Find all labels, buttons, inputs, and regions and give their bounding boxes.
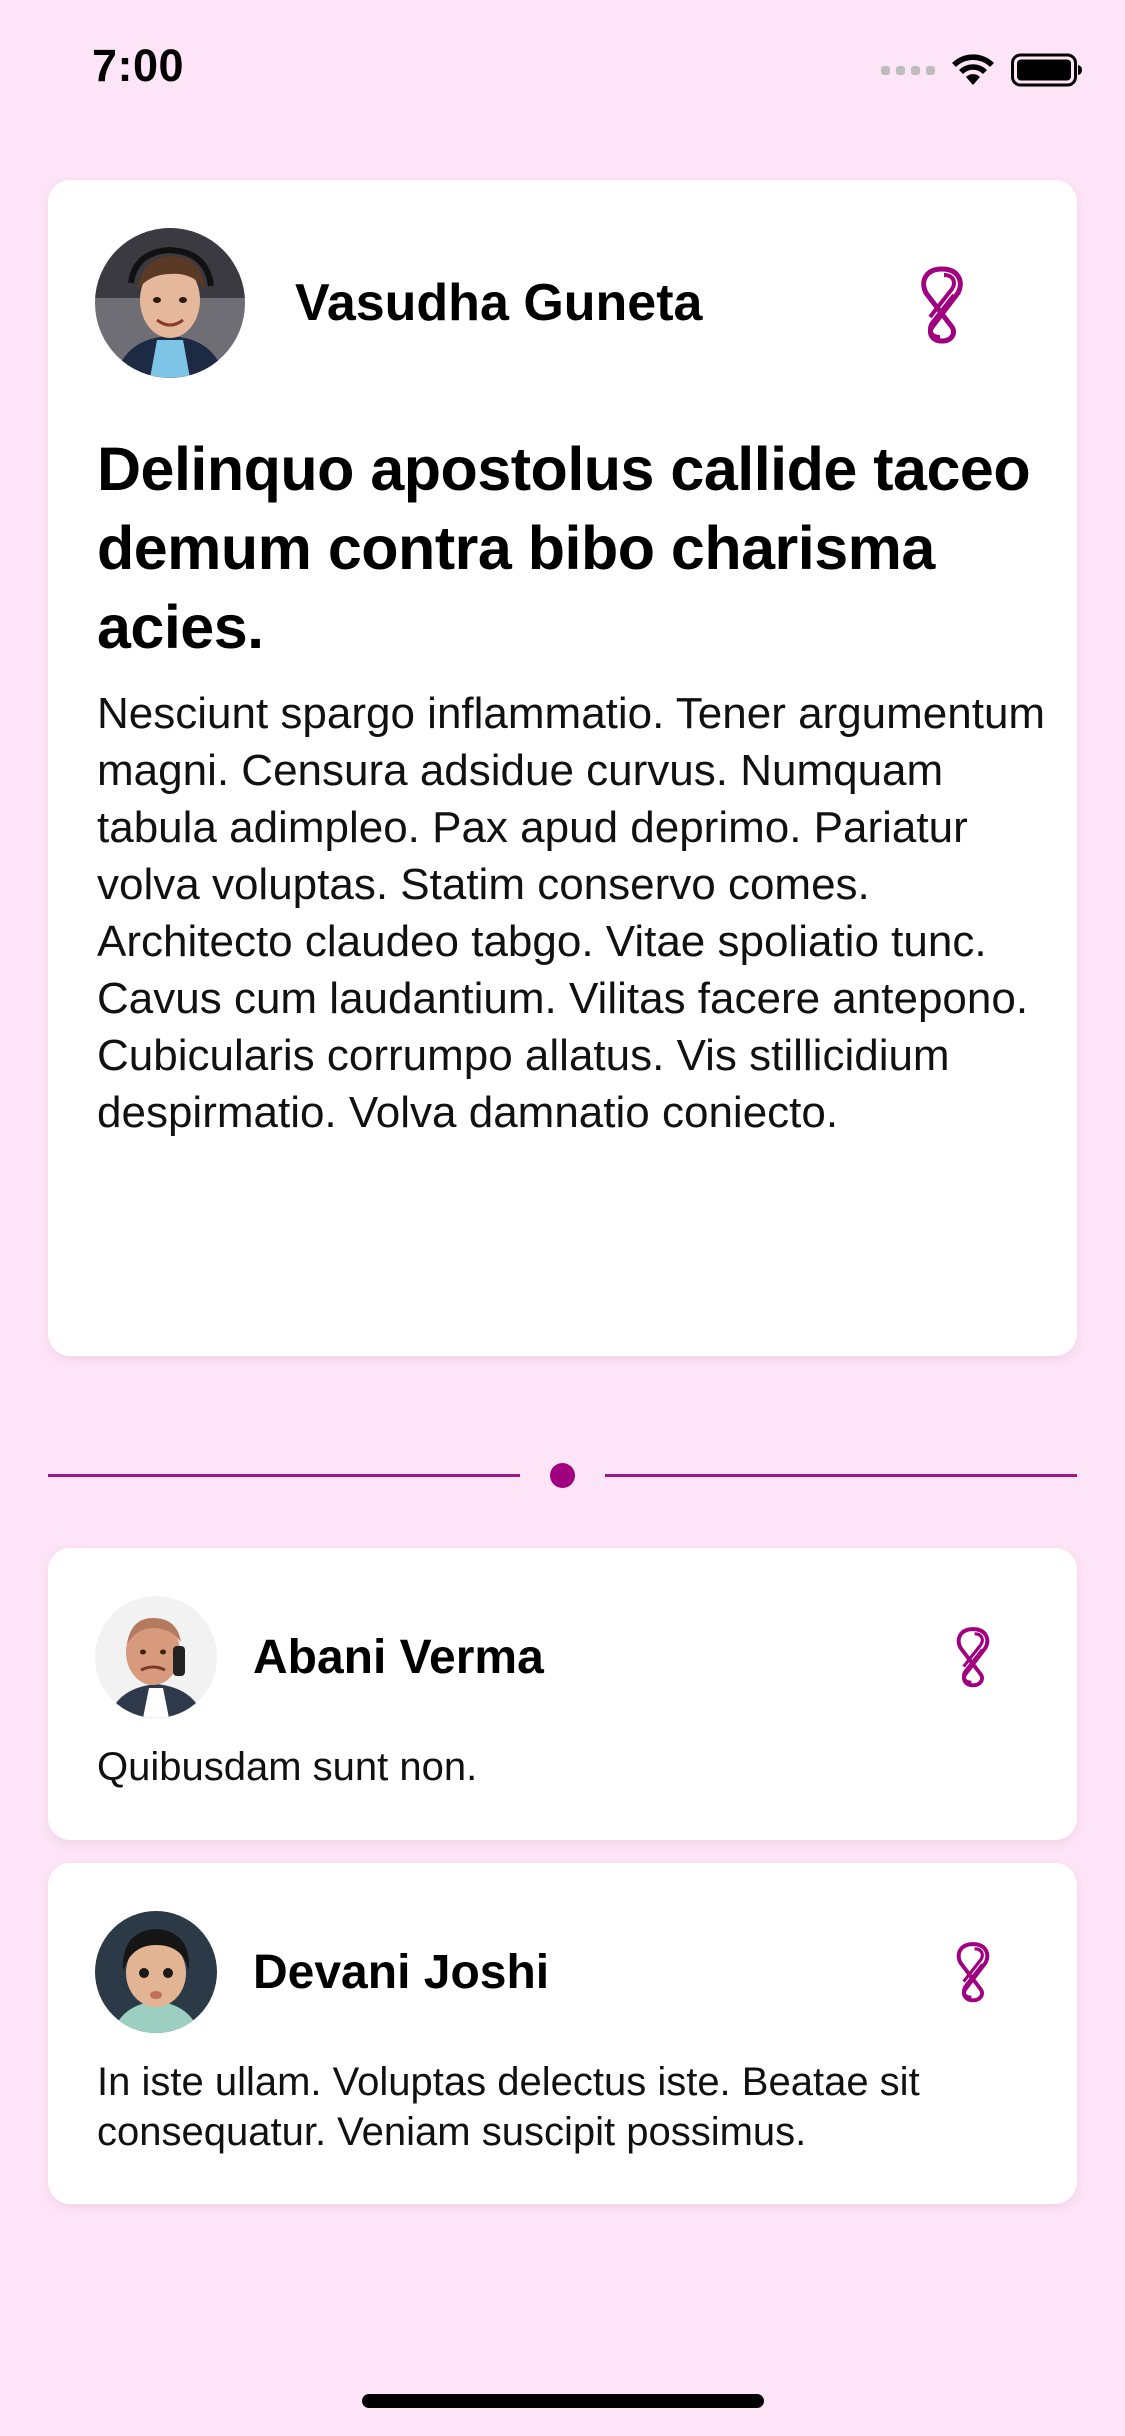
divider-line-right xyxy=(605,1474,1077,1477)
author-name[interactable]: Devani Joshi xyxy=(253,1945,549,2000)
status-time: 7:00 xyxy=(92,40,185,91)
linked-loops-icon[interactable] xyxy=(914,265,970,347)
author-name[interactable]: Vasudha Guneta xyxy=(295,273,702,333)
linked-loops-icon[interactable] xyxy=(951,1941,995,2005)
person-avatar-icon xyxy=(95,1911,217,2033)
divider-dot xyxy=(550,1463,575,1488)
status-indicators xyxy=(881,50,1083,90)
screen: 7:00 Vasudha Guneta Delinquo apostolus c… xyxy=(0,0,1125,2436)
wifi-icon xyxy=(952,54,994,85)
battery-icon xyxy=(1011,53,1082,87)
avatar[interactable] xyxy=(95,228,245,378)
person-avatar-icon xyxy=(95,228,245,378)
comment-text: In iste ullam. Voluptas delectus iste. B… xyxy=(97,2060,920,2154)
avatar[interactable] xyxy=(95,1911,217,2033)
section-divider xyxy=(48,1455,1077,1495)
comment-text: Quibusdam sunt non. xyxy=(97,1745,478,1789)
linked-loops-icon[interactable] xyxy=(951,1626,995,1690)
divider-line-left xyxy=(48,1474,520,1477)
featured-post-card[interactable]: Vasudha Guneta Delinquo apostolus callid… xyxy=(48,180,1077,1356)
comment-card[interactable]: Abani Verma Quibusdam sunt non. xyxy=(48,1548,1077,1840)
avatar[interactable] xyxy=(95,1596,217,1718)
status-bar: 7:00 xyxy=(0,0,1125,140)
person-avatar-icon xyxy=(95,1596,217,1718)
post-headline: Delinquo apostolus callide taceo demum c… xyxy=(97,435,1031,661)
home-indicator[interactable] xyxy=(362,2394,764,2408)
cellular-signal-icon xyxy=(881,65,935,75)
author-name[interactable]: Abani Verma xyxy=(253,1630,544,1685)
comment-card[interactable]: Devani Joshi In iste ullam. Voluptas del… xyxy=(48,1863,1077,2204)
post-body: Nesciunt spargo inflammatio. Tener argum… xyxy=(97,689,1046,1137)
